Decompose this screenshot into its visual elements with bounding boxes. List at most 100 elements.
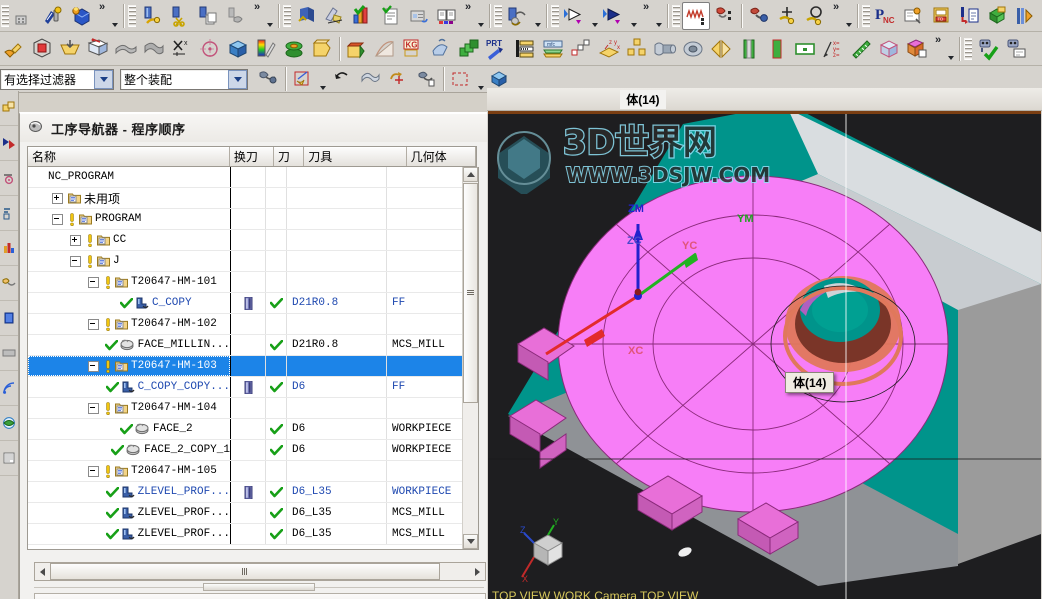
shop-doc-icon[interactable]: [433, 2, 461, 30]
sketch-icon[interactable]: [0, 35, 28, 63]
create-geometry-icon[interactable]: [11, 2, 39, 30]
check-tool-icon[interactable]: [974, 35, 1002, 63]
chevron-down-icon[interactable]: [532, 1, 543, 31]
vertical-scroll-thumb[interactable]: [463, 183, 478, 403]
box-icon[interactable]: [224, 35, 252, 63]
simulate-icon[interactable]: [405, 2, 433, 30]
chevron-down-icon[interactable]: [843, 1, 854, 31]
prt-icon[interactable]: PRT: [483, 35, 511, 63]
toolbar-overflow-icon[interactable]: »: [461, 1, 475, 29]
table-row[interactable]: ZLEVEL_PROF... D6_L35 MCS_MILL: [28, 524, 478, 545]
table-row[interactable]: 未用项: [28, 188, 478, 209]
table-row[interactable]: T20647-HM-105: [28, 461, 478, 482]
cube-array-icon[interactable]: [623, 35, 651, 63]
part-navigator-icon[interactable]: [0, 126, 18, 161]
column-header-tool[interactable]: 刀具: [304, 147, 407, 166]
extrude-icon[interactable]: [56, 35, 84, 63]
pad-icon[interactable]: [763, 35, 791, 63]
tree-node[interactable]: T20647-HM-104: [28, 398, 230, 418]
xyz-icon[interactable]: x= y= z=: [819, 35, 847, 63]
update-icon[interactable]: [412, 66, 440, 92]
tree-vertical-scrollbar[interactable]: [462, 167, 478, 549]
panel-dependencies[interactable]: 相依性 ⌄: [34, 593, 486, 599]
camera-icon[interactable]: [801, 2, 829, 30]
copy-toolpath-icon[interactable]: [194, 2, 222, 30]
play-step-icon[interactable]: [561, 2, 589, 30]
tree-expander[interactable]: [88, 318, 99, 330]
toolbar-grip[interactable]: [551, 4, 559, 27]
chevron-down-icon[interactable]: [228, 69, 247, 89]
ipw-icon[interactable]: [1012, 2, 1040, 30]
list-toolpath-icon[interactable]: [377, 2, 405, 30]
template-icon[interactable]: TD: [928, 2, 956, 30]
tree-node[interactable]: FACE_2_COPY_1: [28, 440, 230, 460]
table-row[interactable]: C_COPY_COPY... D6 FF: [28, 377, 478, 398]
column-header-change[interactable]: 换刀: [230, 147, 274, 166]
tree-node[interactable]: C_COPY: [28, 293, 230, 313]
table-row[interactable]: ZLEVEL_PROF... D6_L35 WORKPIECE: [28, 482, 478, 503]
ruler-icon[interactable]: [847, 35, 875, 63]
table-row[interactable]: T20647-HM-101: [28, 272, 478, 293]
replay-toolpath-icon[interactable]: [321, 2, 349, 30]
tree-node[interactable]: T20647-HM-103: [28, 356, 230, 376]
chevron-down-icon[interactable]: [628, 1, 639, 31]
tree-node[interactable]: CC: [28, 230, 230, 250]
taper-icon[interactable]: [371, 35, 399, 63]
tree-node[interactable]: C_COPY_COPY...: [28, 377, 230, 397]
toolbar-overflow-icon[interactable]: »: [95, 1, 109, 29]
import-icon[interactable]: [956, 2, 984, 30]
chevron-down-icon[interactable]: [264, 1, 275, 31]
shell-icon[interactable]: [308, 35, 336, 63]
column-header-knife[interactable]: 刀: [274, 147, 305, 166]
chevron-down-icon[interactable]: [589, 1, 600, 31]
column-header-name[interactable]: 名称: [28, 147, 230, 166]
display-toolpath-icon[interactable]: [682, 1, 710, 30]
tree-expander[interactable]: [70, 234, 81, 246]
revolve-icon[interactable]: [84, 35, 112, 63]
assembly-navigator-icon[interactable]: [0, 91, 18, 126]
splitter-grip[interactable]: [203, 583, 315, 591]
table-row[interactable]: FACE_2 D6 WORKPIECE: [28, 419, 478, 440]
internet-explorer-icon[interactable]: [0, 406, 18, 441]
toolbar-grip[interactable]: [1, 4, 9, 27]
select-filter-icon[interactable]: [289, 66, 317, 92]
csys-icon[interactable]: zyx: [595, 35, 623, 63]
cylinder-icon[interactable]: [679, 35, 707, 63]
tree-node[interactable]: FACE_MILLIN...: [28, 335, 230, 355]
scroll-down-button[interactable]: [463, 534, 478, 549]
gradient-icon[interactable]: [252, 35, 280, 63]
surface-icon[interactable]: [140, 35, 168, 63]
blend-icon[interactable]: [343, 35, 371, 63]
cut-toolpath-icon[interactable]: [166, 2, 194, 30]
pattern-feature-icon[interactable]: [511, 35, 539, 63]
color-face-icon[interactable]: [903, 35, 931, 63]
table-row[interactable]: FACE_MILLIN... D21R0.8 MCS_MILL: [28, 335, 478, 356]
system-scene-icon[interactable]: [0, 336, 18, 371]
toolbar-grip[interactable]: [964, 37, 972, 60]
graphics-viewport[interactable]: ZM ZC YM YC XC Z Y X 体(14) TOP VIEW WORK: [488, 111, 1041, 599]
toolbar-grip[interactable]: [494, 4, 502, 27]
tree-expander[interactable]: [52, 213, 63, 225]
chevron-down-icon[interactable]: [109, 1, 120, 31]
tree-node[interactable]: PROGRAM: [28, 209, 230, 229]
dimension-icon[interactable]: x: [168, 35, 196, 63]
tube-icon[interactable]: [651, 35, 679, 63]
circle-center-icon[interactable]: [196, 35, 224, 63]
table-row[interactable]: CC: [28, 230, 478, 251]
chamfer-icon[interactable]: [280, 35, 308, 63]
tree-expander[interactable]: [88, 402, 99, 414]
toolbar-overflow-icon[interactable]: »: [639, 1, 653, 29]
tree-expander[interactable]: [88, 360, 99, 372]
table-row[interactable]: PROGRAM: [28, 209, 478, 230]
toolbar-grip[interactable]: [283, 4, 291, 27]
table-row[interactable]: NC_PROGRAM: [28, 167, 478, 188]
operation-navigator-icon[interactable]: [0, 196, 18, 231]
generate-toolpath-icon[interactable]: [138, 2, 166, 30]
tree-horizontal-scrollbar[interactable]: [34, 562, 486, 581]
toolbar-overflow-icon[interactable]: »: [931, 34, 945, 62]
toolbar-grip[interactable]: [862, 4, 870, 27]
toolbar-overflow-icon[interactable]: »: [829, 1, 843, 29]
machine-icon[interactable]: [745, 2, 773, 30]
chevron-down-icon[interactable]: [94, 69, 113, 89]
shaded-view-icon[interactable]: [875, 35, 903, 63]
